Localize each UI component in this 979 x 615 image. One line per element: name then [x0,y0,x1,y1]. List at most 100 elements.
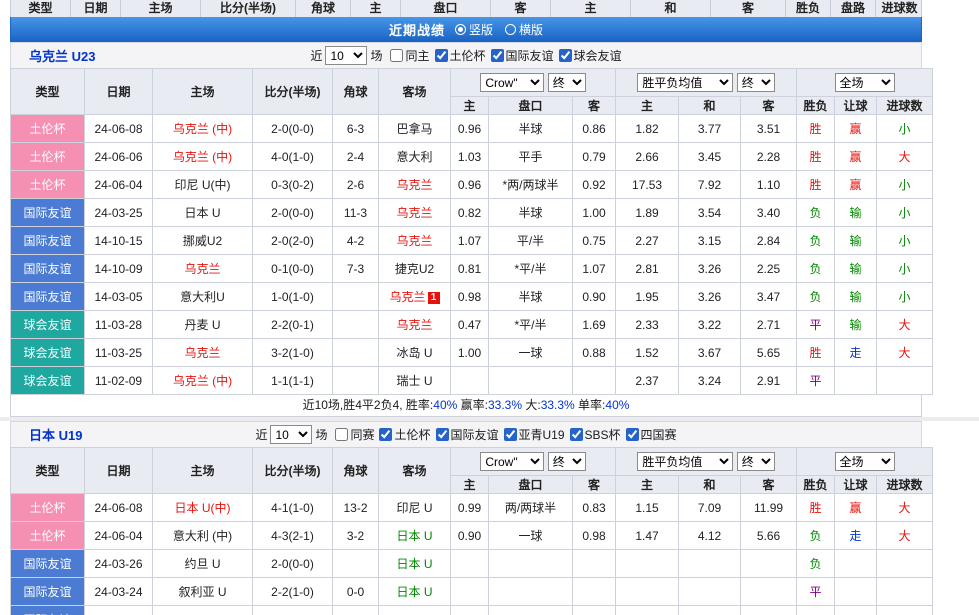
away-team-name: 乌克兰 [396,318,432,332]
home-team-name: 乌克兰 (中) [173,150,232,164]
away-team: 日本 U [379,578,451,606]
match-type: 土伦杯 [11,171,85,199]
home-odds: 1.03 [451,143,489,171]
home-team-name: 约旦 U [184,557,220,571]
match-row: 国际友谊 14-03-05 意大利U 1-0(1-0) 乌克兰1 0.98 半球… [11,283,933,311]
match-date: 24-06-04 [85,522,153,550]
layout-radio[interactable]: 横版 [505,21,543,38]
filter-checkbox-input[interactable] [379,428,392,441]
filter-checkbox[interactable]: 同主 [390,47,429,64]
away-odds: 1.00 [573,199,616,227]
scope-header: 全场 [797,448,933,476]
avg-odds-header: 胜平负均值 终 [616,69,797,97]
filter-checkbox[interactable]: 土伦杯 [435,47,486,64]
win-odds: 1.95 [616,283,679,311]
result-handicap: 赢 [835,494,877,522]
top-col: 比分(半场) [201,0,296,17]
handicap: *平/半 [489,255,573,283]
avg-time-select[interactable]: 终 [737,73,775,92]
handicap: 平/半 [489,227,573,255]
away-team-name: 捷克U2 [395,262,434,276]
avg-odds-select[interactable]: 胜平负均值 [637,452,733,471]
filter-checkbox[interactable]: SBS杯 [570,426,621,443]
away-odds [573,550,616,578]
filter-checkbox-input[interactable] [491,49,504,62]
lose-odds: 11.99 [741,494,797,522]
filter-checkbox-input[interactable] [435,49,448,62]
match-date: 24-03-24 [85,578,153,606]
sub-col: 胜负 [797,97,835,115]
lose-odds [741,550,797,578]
corner-score [333,550,379,578]
filter-checkbox-input[interactable] [626,428,639,441]
col-home: 主场 [153,448,253,494]
filter-checkbox-input[interactable] [570,428,583,441]
result-goals: 小 [877,227,933,255]
filter-checkbox[interactable]: 亚青U19 [504,426,565,443]
filter-checkbox[interactable]: 同赛 [335,426,374,443]
match-type: 土伦杯 [11,115,85,143]
summary-segment: 40% [605,398,629,412]
filter-checkbox[interactable]: 四国赛 [626,426,677,443]
win-odds: 1.52 [616,339,679,367]
filter-checkbox[interactable]: 土伦杯 [379,426,430,443]
avg-odds-select[interactable]: 胜平负均值 [637,73,733,92]
home-team: 乌克兰 [153,339,253,367]
corner-score: 2-4 [333,143,379,171]
result-wdl: 平 [797,367,835,395]
match-row: 国际友谊 14-10-09 乌克兰 0-1(0-0) 7-3 捷克U2 0.81… [11,255,933,283]
result-handicap [835,367,877,395]
sub-col: 和 [679,476,741,494]
filters: 近 10 场 同赛土伦杯国际友谊亚青U19SBS杯四国赛 [255,425,676,444]
scope-select[interactable]: 全场 [835,73,895,92]
filter-checkbox[interactable]: 国际友谊 [491,47,554,64]
filter-checkbox-input[interactable] [504,428,517,441]
away-team-name: 日本 U [396,585,432,599]
recent-count-select[interactable]: 10 [270,425,312,444]
layout-radio[interactable]: 竖版 [455,21,493,38]
filter-checkbox[interactable]: 国际友谊 [436,426,499,443]
summary-segment: 单率: [575,398,606,412]
result-handicap: 输 [835,255,877,283]
recent-label: 近 [310,47,322,64]
match-score: 4-1(1-0) [253,494,333,522]
recent-count-select[interactable]: 10 [325,46,367,65]
odds-time-select[interactable]: 终 [548,452,586,471]
match-date: 11-02-09 [85,367,153,395]
lose-odds: 2.84 [741,227,797,255]
handicap [489,578,573,606]
filter-checkbox-input[interactable] [335,428,348,441]
handicap: 一球 [489,522,573,550]
home-team-name: 挪威U2 [183,234,222,248]
match-type: 国际友谊 [11,255,85,283]
away-team: 印尼 U [379,494,451,522]
result-goals: 大 [877,522,933,550]
bookmaker-select[interactable]: Crow" [480,73,544,92]
result-handicap: 赢 [835,143,877,171]
scope-select[interactable]: 全场 [835,452,895,471]
lose-odds: 3.51 [741,115,797,143]
handicap: *两/两球半 [489,171,573,199]
lose-odds: 1.10 [741,171,797,199]
match-score: 2-2(1-0) [253,578,333,606]
result-goals: 小 [877,171,933,199]
avg-time-select[interactable]: 终 [737,452,775,471]
bookmaker-select[interactable]: Crow" [480,452,544,471]
away-team: 捷克U2 [379,255,451,283]
filter-checkbox-label: 国际友谊 [451,426,499,443]
col-score: 比分(半场) [253,448,333,494]
top-col: 主场 [121,0,201,17]
win-odds: 1.89 [616,199,679,227]
filter-checkbox-input[interactable] [436,428,449,441]
summary-segment: 33.3% [488,398,522,412]
match-score: 3-2(1-0) [253,339,333,367]
filter-checkbox-input[interactable] [390,49,403,62]
lose-odds: 3.47 [741,283,797,311]
filter-checkbox-label: 同主 [405,47,429,64]
result-wdl: 胜 [797,143,835,171]
match-date: 14-03-05 [85,283,153,311]
away-team-name: 日本 U [396,557,432,571]
filter-checkbox-input[interactable] [559,49,572,62]
odds-time-select[interactable]: 终 [548,73,586,92]
filter-checkbox[interactable]: 球会友谊 [559,47,622,64]
